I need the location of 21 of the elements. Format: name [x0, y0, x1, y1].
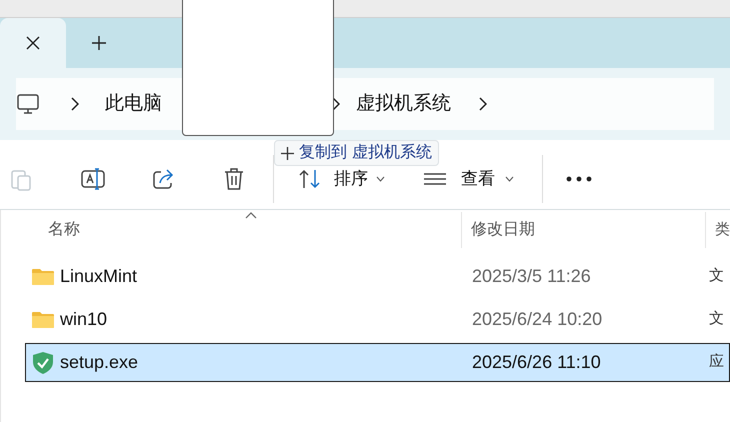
breadcrumb-item[interactable]: 此电脑: [105, 90, 162, 118]
date-cell-text: 2025/3/5 11:26: [472, 265, 592, 288]
tooltip-action: 复制到: [299, 142, 347, 163]
date-cell-text: 2025/6/24 10:20: [472, 308, 604, 331]
file-name: setup.exe: [60, 351, 140, 374]
file-row[interactable]: win10 2025/6/24 10:20 文: [25, 300, 730, 339]
table-cell-text: 文: [709, 309, 724, 330]
breadcrumb-item[interactable]: 虚拟机系统: [356, 90, 451, 118]
table-cell-text: 应: [709, 352, 724, 372]
column-header[interactable]: 名称: [48, 218, 461, 242]
file-name: win10: [60, 308, 108, 331]
file-row[interactable]: setup.exe 2025/6/26 11:10 应: [25, 343, 730, 382]
tooltip-target: 虚拟机系统: [352, 142, 432, 163]
view-button[interactable]: 查看: [461, 166, 495, 192]
date-cell-text: 2025/6/26 11:10: [472, 351, 602, 374]
sort-button[interactable]: 排序: [334, 166, 368, 192]
file-name: LinuxMint: [60, 265, 138, 288]
column-header[interactable]: 类: [715, 218, 730, 242]
file-row[interactable]: LinuxMint 2025/3/5 11:26 文: [25, 257, 730, 296]
table-cell-text: 文: [709, 266, 724, 286]
column-header[interactable]: 修改日期: [471, 218, 705, 242]
